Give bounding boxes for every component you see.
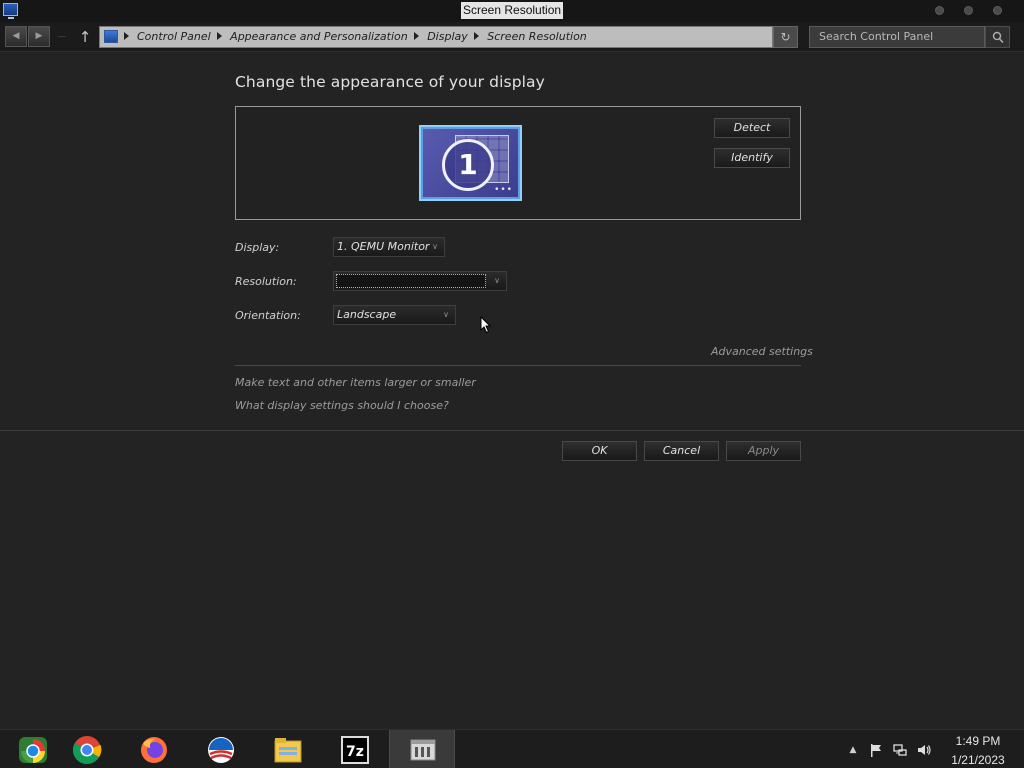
firefox-icon (141, 737, 167, 763)
breadcrumb-display[interactable]: Display (427, 30, 468, 43)
breadcrumb-separator-icon[interactable] (474, 32, 480, 40)
obama-logo-icon (208, 737, 234, 763)
refresh-icon: ↻ (780, 30, 791, 44)
file-explorer-icon (274, 738, 302, 763)
taskbar-chrome[interactable] (54, 730, 120, 768)
7zip-icon: 7z (341, 736, 369, 764)
clock-date: 1/21/2023 (951, 753, 1005, 767)
monitor-dots: ••• (494, 185, 513, 195)
minimize-button[interactable] (935, 6, 944, 15)
ok-button[interactable]: OK (562, 441, 637, 461)
title-bar: Screen Resolution (0, 0, 1024, 22)
footer-divider (0, 430, 1024, 431)
display-help-link[interactable]: What display settings should I choose? (235, 399, 449, 412)
advanced-settings-link[interactable]: Advanced settings (711, 345, 813, 358)
taskbar-control-panel[interactable] (389, 730, 455, 768)
breadcrumb-control-panel[interactable]: Control Panel (137, 30, 211, 43)
control-panel-icon (104, 30, 118, 43)
display-app-icon (3, 3, 18, 19)
breadcrumb-screen-resolution[interactable]: Screen Resolution (487, 30, 587, 43)
taskbar-firefox[interactable] (121, 730, 187, 768)
clock-time: 1:49 PM (955, 734, 1001, 748)
display-preview-panel: 1 ••• Detect Identify (235, 106, 801, 220)
chevron-down-icon: ∨ (494, 276, 500, 285)
taskbar-7zip[interactable]: 7z (322, 730, 388, 768)
chevron-down-icon: ∨ (432, 242, 438, 251)
forward-button[interactable]: ▶ (28, 26, 50, 47)
navigation-bar: ◀ ▶ — ↑ Control Panel Appearance and Per… (0, 22, 1024, 52)
address-bar[interactable]: Control Panel Appearance and Personaliza… (99, 26, 773, 48)
search-icon (992, 31, 1004, 44)
control-panel-icon (410, 739, 436, 761)
display-label: Display: (235, 241, 280, 254)
action-center-flag-icon[interactable] (868, 742, 884, 758)
search-button[interactable] (985, 26, 1010, 48)
orientation-select[interactable]: Landscape ∨ (333, 305, 456, 325)
close-button[interactable] (993, 6, 1002, 15)
breadcrumb-appearance[interactable]: Appearance and Personalization (230, 30, 408, 43)
breadcrumb-separator-icon[interactable] (217, 32, 223, 40)
detect-button[interactable]: Detect (714, 118, 790, 138)
display-select[interactable]: 1. QEMU Monitor ∨ (333, 237, 445, 257)
monitor-1-icon[interactable]: 1 ••• (419, 125, 522, 201)
refresh-button[interactable]: ↻ (773, 26, 798, 48)
recent-pages-icon[interactable]: — (58, 31, 70, 43)
up-arrow-icon[interactable]: ↑ (77, 28, 93, 46)
chevron-down-icon: ∨ (443, 310, 449, 319)
system-clock[interactable]: 1:49 PM 1/21/2023 (936, 733, 1020, 768)
breadcrumb-separator-icon[interactable] (414, 32, 420, 40)
resolution-label: Resolution: (235, 275, 297, 288)
volume-icon[interactable] (916, 742, 932, 758)
display-select-value: 1. QEMU Monitor (337, 240, 430, 253)
breadcrumb-separator-icon[interactable] (124, 32, 129, 40)
start-orb-icon (19, 737, 47, 763)
breadcrumb: Control Panel Appearance and Personaliza… (124, 27, 587, 47)
orientation-select-value: Landscape (337, 308, 397, 321)
chrome-icon (72, 736, 102, 765)
network-icon[interactable] (892, 742, 908, 758)
apply-button[interactable]: Apply (726, 441, 801, 461)
monitor-number: 1 (442, 139, 494, 191)
search-input[interactable]: Search Control Panel (809, 26, 985, 48)
page-title: Change the appearance of your display (235, 73, 545, 91)
taskbar: 7z ▲ 1:49 PM 1/21/2023 (0, 729, 1024, 768)
taskbar-file-explorer[interactable] (255, 730, 321, 768)
identify-button[interactable]: Identify (714, 148, 790, 168)
resolution-select[interactable]: ∨ (333, 271, 507, 291)
taskbar-obama-app[interactable] (188, 730, 254, 768)
window-title: Screen Resolution (461, 2, 564, 19)
section-divider (235, 365, 801, 366)
orientation-label: Orientation: (235, 309, 301, 322)
back-button[interactable]: ◀ (5, 26, 27, 47)
show-hidden-icons-icon[interactable]: ▲ (845, 742, 861, 758)
svg-text:7z: 7z (346, 744, 364, 760)
maximize-button[interactable] (964, 6, 973, 15)
text-size-link[interactable]: Make text and other items larger or smal… (235, 376, 476, 389)
mouse-cursor-icon (480, 316, 492, 334)
resolution-select-focus (336, 274, 486, 288)
cancel-button[interactable]: Cancel (644, 441, 719, 461)
